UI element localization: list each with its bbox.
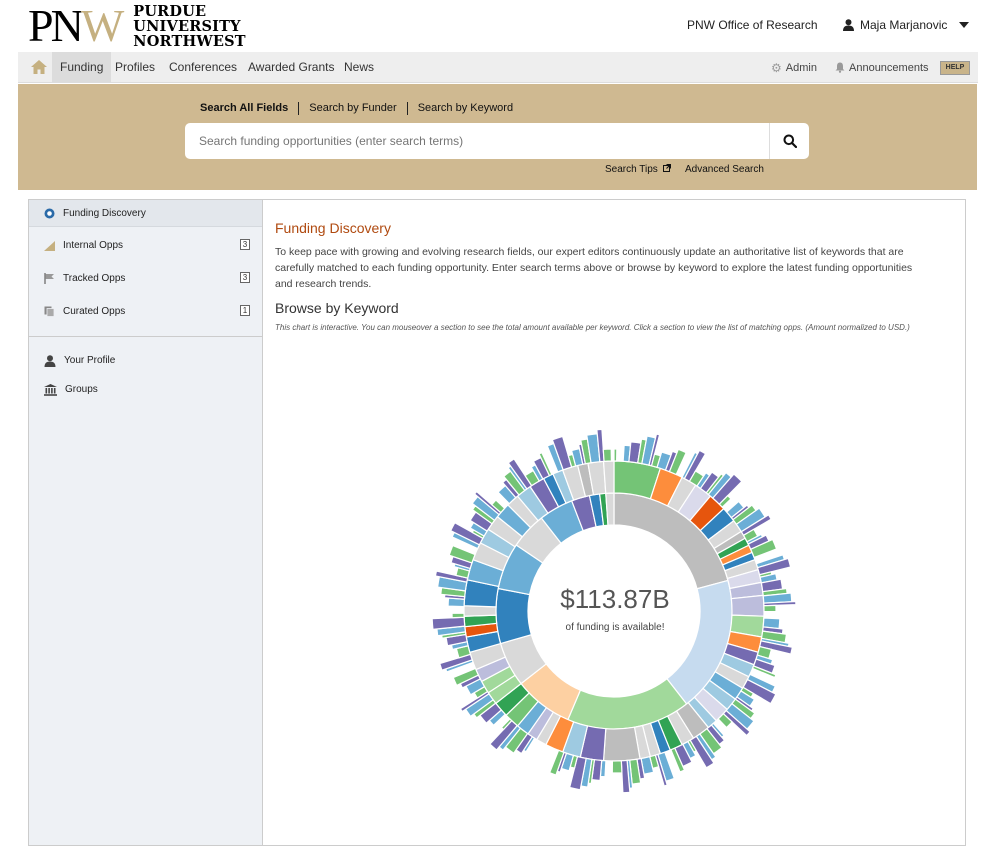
search-button[interactable] [769, 123, 809, 159]
total-funding-amount: $113.87B [560, 584, 670, 614]
search-tips-label: Search Tips [605, 164, 658, 175]
institution-icon [44, 383, 57, 396]
search-band: Search All Fields Search by Funder Searc… [18, 84, 977, 190]
main-nav: Funding Profiles Conferences Awarded Gra… [18, 52, 978, 83]
nav-news[interactable]: News [336, 52, 382, 83]
count-badge: 3 [240, 239, 250, 250]
ring-outer-segment[interactable] [763, 604, 777, 613]
page-title: Funding Discovery [275, 220, 391, 236]
logo-line-3: NORTHWEST [133, 32, 246, 50]
total-funding-label: of funding is available! [565, 622, 665, 633]
nav-conferences[interactable]: Conferences [161, 52, 245, 83]
user-menu[interactable]: Maja Marjanovic [843, 18, 970, 32]
logo-mark: PNW [28, 0, 124, 51]
page-description: To keep pace with growing and evolving r… [275, 246, 913, 290]
tab-search-by-funder[interactable]: Search by Funder [298, 102, 406, 115]
tab-search-by-keyword[interactable]: Search by Keyword [406, 102, 523, 115]
advanced-search-link[interactable]: Advanced Search [685, 164, 764, 175]
sidebar-item-groups[interactable]: Groups [29, 373, 262, 406]
admin-link[interactable]: ⚙ Admin [771, 52, 817, 83]
sidebar-item-label: Tracked Opps [63, 273, 126, 284]
sidebar-item-label: Curated Opps [63, 306, 126, 317]
sidebar-item-internal-opps[interactable]: Internal Opps 3 [29, 229, 262, 262]
ring-outer-segment[interactable] [611, 760, 623, 774]
bell-icon [835, 62, 845, 73]
nav-funding[interactable]: Funding [52, 52, 112, 83]
pnw-logo[interactable]: PNW PURDUE UNIVERSITY NORTHWEST [28, 2, 246, 50]
site-header: PNW PURDUE UNIVERSITY NORTHWEST PNW Offi… [0, 0, 1008, 52]
search-tips-link[interactable]: Search Tips [605, 164, 671, 175]
gear-icon: ⚙ [771, 60, 782, 75]
logo-wordmark: PURDUE UNIVERSITY NORTHWEST [133, 4, 246, 49]
admin-label: Admin [785, 61, 817, 74]
sidebar-divider [29, 336, 262, 337]
count-badge: 1 [240, 305, 250, 316]
sidebar-item-label: Your Profile [64, 355, 116, 366]
search-icon [783, 134, 797, 148]
sidebar-item-label: Groups [65, 384, 98, 395]
chart-note: This chart is interactive. You can mouse… [275, 323, 910, 332]
ring-middle-segment[interactable] [602, 726, 641, 762]
tab-search-all-fields[interactable]: Search All Fields [200, 102, 298, 115]
nav-profiles[interactable]: Profiles [107, 52, 163, 83]
ring-outer-segment[interactable] [613, 448, 618, 462]
external-link-icon [662, 164, 671, 172]
nav-awarded-grants[interactable]: Awarded Grants [240, 52, 343, 83]
chevron-down-icon [959, 22, 970, 28]
ring-outer-segment[interactable] [451, 612, 465, 619]
ring-middle-segment[interactable] [730, 594, 765, 617]
search-box [185, 123, 809, 159]
search-input[interactable] [185, 123, 770, 159]
user-icon [843, 19, 854, 31]
user-icon [44, 354, 56, 367]
logo-line-1: PURDUE [133, 2, 207, 20]
section-title: Browse by Keyword [275, 300, 399, 316]
announcements-link[interactable]: Announcements [835, 52, 929, 83]
sidebar-item-curated-opps[interactable]: Curated Opps 1 [29, 295, 262, 328]
documents-icon [44, 306, 55, 317]
home-icon[interactable] [22, 52, 52, 83]
sidebar-item-tracked-opps[interactable]: Tracked Opps 3 [29, 262, 262, 295]
eye-icon [44, 208, 55, 218]
ring-middle-segment[interactable] [602, 460, 615, 494]
sidebar-item-label: Funding Discovery [63, 207, 146, 219]
logo-line-2: UNIVERSITY [133, 17, 241, 35]
office-link[interactable]: PNW Office of Research [687, 18, 818, 32]
triangle-icon [44, 240, 55, 251]
user-name: Maja Marjanovic [860, 18, 948, 32]
search-mode-tabs: Search All Fields Search by Funder Searc… [200, 102, 523, 115]
sidebar-item-label: Internal Opps [63, 240, 124, 251]
help-button[interactable]: HELP [940, 61, 970, 75]
sidebar: Funding Discovery Internal Opps 3 Tracke… [29, 200, 263, 845]
ring-outer-segment[interactable] [602, 448, 612, 462]
ring-middle-segment[interactable] [463, 605, 497, 617]
sidebar-item-funding-discovery[interactable]: Funding Discovery [29, 200, 262, 227]
flag-icon [44, 273, 54, 284]
count-badge: 3 [240, 272, 250, 283]
announcements-label: Announcements [849, 61, 929, 74]
